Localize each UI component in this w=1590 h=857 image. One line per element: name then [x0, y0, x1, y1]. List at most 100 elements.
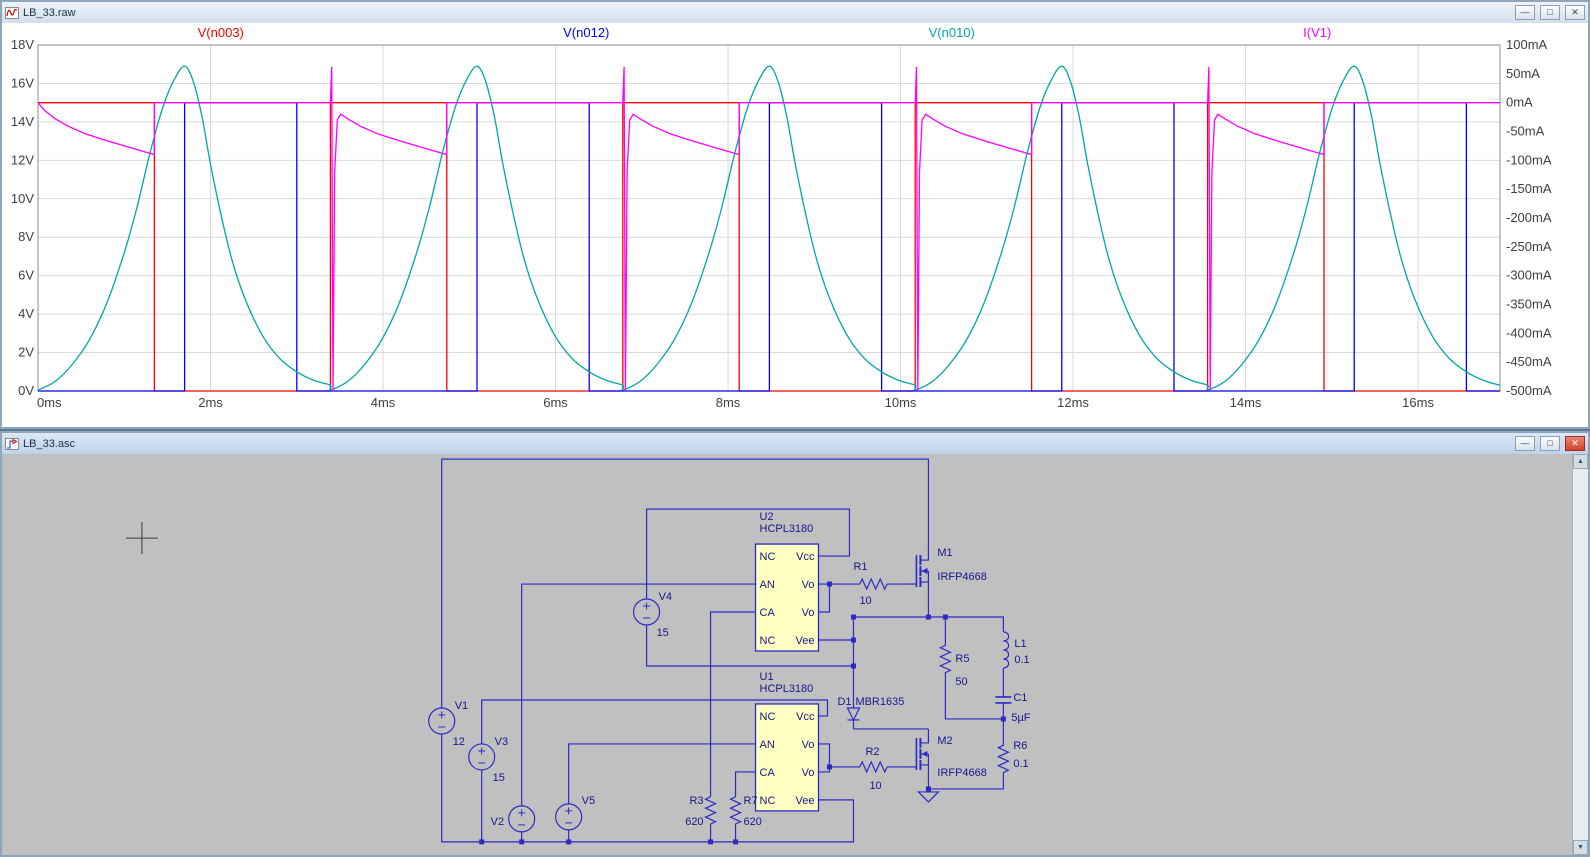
component-V2[interactable]: V2: [491, 806, 535, 832]
y-right-tick-label[interactable]: -150mA: [1506, 181, 1552, 196]
y-right-tick-label[interactable]: -350mA: [1506, 297, 1552, 312]
y-left-tick-label[interactable]: 6V: [18, 268, 34, 283]
component-name[interactable]: R3: [690, 795, 704, 807]
component-value[interactable]: 5µF: [1011, 712, 1030, 724]
component-value[interactable]: 50: [955, 676, 967, 688]
component-name[interactable]: V5: [582, 795, 595, 807]
wire[interactable]: [522, 584, 756, 806]
component-R5[interactable]: R5 50: [940, 624, 969, 694]
x-axis-tick-label[interactable]: 12ms: [1057, 395, 1089, 410]
component-value[interactable]: IRFP4668: [937, 767, 986, 779]
x-axis-tick-label[interactable]: 14ms: [1230, 395, 1262, 410]
raw-close-button[interactable]: ✕: [1565, 5, 1585, 20]
scroll-up-button[interactable]: ▲: [1573, 454, 1588, 469]
y-right-tick-label[interactable]: 100mA: [1506, 37, 1548, 52]
wire[interactable]: [928, 779, 1003, 789]
trace-V(n012)[interactable]: [38, 103, 1500, 391]
component-name[interactable]: D1: [837, 696, 851, 708]
component-value[interactable]: HCPL3180: [760, 683, 814, 695]
y-left-tick-label[interactable]: 18V: [11, 37, 34, 52]
scroll-down-button[interactable]: ▼: [1573, 840, 1588, 855]
component-V1[interactable]: V1 12: [429, 700, 468, 748]
y-right-tick-label[interactable]: 0mA: [1506, 95, 1533, 110]
raw-titlebar[interactable]: LB_33.raw — □ ✕: [2, 2, 1588, 24]
y-right-tick-label[interactable]: -250mA: [1506, 239, 1552, 254]
raw-restore-button[interactable]: □: [1540, 5, 1560, 20]
wire[interactable]: [736, 772, 756, 792]
component-name[interactable]: V1: [455, 700, 468, 712]
component-name[interactable]: V2: [491, 816, 504, 828]
component-value[interactable]: 15: [657, 627, 669, 639]
component-value[interactable]: MBR1635: [855, 696, 904, 708]
y-right-tick-label[interactable]: -50mA: [1506, 124, 1545, 139]
component-value[interactable]: 12: [453, 736, 465, 748]
wire[interactable]: [569, 744, 756, 804]
component-value[interactable]: 15: [493, 772, 505, 784]
asc-titlebar-drag-area[interactable]: [79, 433, 1510, 454]
component-value[interactable]: 10: [869, 780, 881, 792]
component-name[interactable]: R5: [955, 653, 969, 665]
y-left-tick-label[interactable]: 10V: [11, 191, 34, 206]
raw-titlebar-drag-area[interactable]: [80, 2, 1510, 23]
component-value[interactable]: 10: [859, 595, 871, 607]
component-R6[interactable]: R60.1: [998, 739, 1028, 779]
x-axis-tick-label[interactable]: 8ms: [716, 395, 741, 410]
component-L1[interactable]: L10.1: [1003, 632, 1029, 668]
component-value[interactable]: 620: [685, 816, 703, 828]
wire[interactable]: [945, 694, 1003, 719]
component-M2[interactable]: M2IRFP4668: [916, 729, 986, 779]
wire[interactable]: [647, 625, 854, 666]
component-V4[interactable]: V4 15: [634, 591, 672, 639]
y-left-tick-label[interactable]: 2V: [18, 345, 34, 360]
y-left-tick-label[interactable]: 14V: [11, 114, 34, 129]
component-R3[interactable]: R3 620: [685, 792, 715, 829]
component-V3[interactable]: V3 15: [469, 736, 508, 784]
component-name[interactable]: M1: [937, 547, 952, 559]
wire[interactable]: [711, 612, 756, 792]
waveform-plot[interactable]: 0ms2ms4ms6ms8ms10ms12ms14ms16ms18V16V14V…: [2, 23, 1588, 427]
x-axis-tick-label[interactable]: 16ms: [1402, 395, 1434, 410]
y-left-tick-label[interactable]: 12V: [11, 152, 34, 167]
component-R1[interactable]: R110: [843, 561, 903, 607]
wire[interactable]: [818, 584, 829, 612]
scrollbar-track[interactable]: [1573, 469, 1588, 840]
raw-minimize-button[interactable]: —: [1515, 5, 1535, 20]
schematic-canvas-area[interactable]: NCVccANVoCAVoNCVeeU2HCPL3180 NCVccANVoCAV…: [2, 454, 1588, 855]
component-name[interactable]: U1: [760, 671, 774, 683]
y-left-tick-label[interactable]: 8V: [18, 229, 34, 244]
trace-label-V(n010)[interactable]: V(n010): [929, 25, 975, 40]
asc-minimize-button[interactable]: —: [1515, 436, 1535, 451]
y-right-tick-label[interactable]: 50mA: [1506, 66, 1540, 81]
y-right-tick-label[interactable]: -500mA: [1506, 383, 1552, 398]
component-name[interactable]: V3: [495, 736, 508, 748]
asc-close-button[interactable]: ✕: [1565, 436, 1585, 451]
component-value[interactable]: HCPL3180: [760, 523, 814, 535]
component-value[interactable]: 0.1: [1014, 654, 1029, 666]
component-name[interactable]: R7: [744, 795, 758, 807]
y-right-tick-label[interactable]: -100mA: [1506, 152, 1552, 167]
y-right-tick-label[interactable]: -300mA: [1506, 268, 1552, 283]
x-axis-tick-label[interactable]: 4ms: [371, 395, 396, 410]
component-name[interactable]: C1: [1013, 692, 1027, 704]
component-name[interactable]: R2: [865, 746, 879, 758]
component-name[interactable]: R6: [1013, 740, 1027, 752]
trace-label-I(V1)[interactable]: I(V1): [1303, 25, 1331, 40]
component-name[interactable]: U2: [760, 511, 774, 523]
trace-label-V(n003)[interactable]: V(n003): [198, 25, 244, 40]
component-V5[interactable]: V5: [556, 795, 595, 830]
y-left-tick-label[interactable]: 4V: [18, 306, 34, 321]
component-name[interactable]: L1: [1014, 638, 1026, 650]
x-axis-tick-label[interactable]: 10ms: [885, 395, 917, 410]
y-right-tick-label[interactable]: -450mA: [1506, 354, 1552, 369]
asc-titlebar[interactable]: LB_33.asc — □ ✕: [2, 433, 1588, 455]
y-left-tick-label[interactable]: 0V: [18, 383, 34, 398]
component-U2[interactable]: NCVccANVoCAVoNCVeeU2HCPL3180: [756, 511, 819, 651]
component-U1[interactable]: NCVccANVoCAVoNCVeeU1HCPL3180: [756, 671, 819, 811]
component-D1[interactable]: D1 MBR1635: [837, 696, 904, 729]
component-R2[interactable]: R2 10: [843, 746, 903, 792]
x-axis-tick-label[interactable]: 2ms: [198, 395, 223, 410]
y-right-tick-label[interactable]: -400mA: [1506, 325, 1552, 340]
component-M1[interactable]: M1IRFP4668: [916, 546, 986, 596]
y-left-tick-label[interactable]: 16V: [11, 75, 34, 90]
component-name[interactable]: V4: [659, 591, 672, 603]
